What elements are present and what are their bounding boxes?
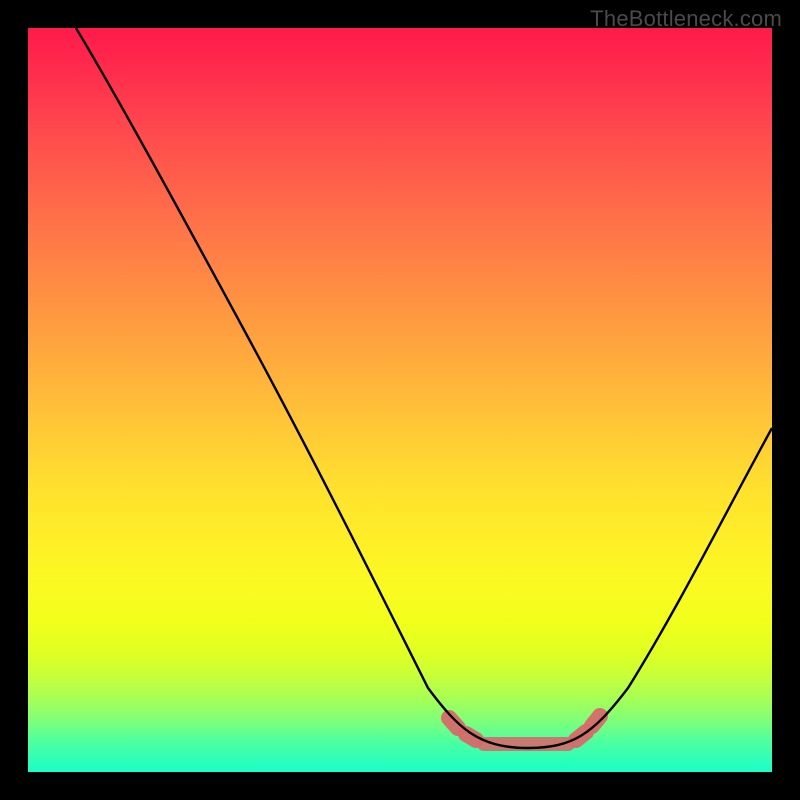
watermark-text: TheBottleneck.com [590,6,782,32]
bottleneck-curve [76,28,772,748]
chart-frame: TheBottleneck.com [0,0,800,800]
plot-area [28,28,772,772]
optimal-zone-marker [449,716,600,744]
chart-svg [28,28,772,772]
